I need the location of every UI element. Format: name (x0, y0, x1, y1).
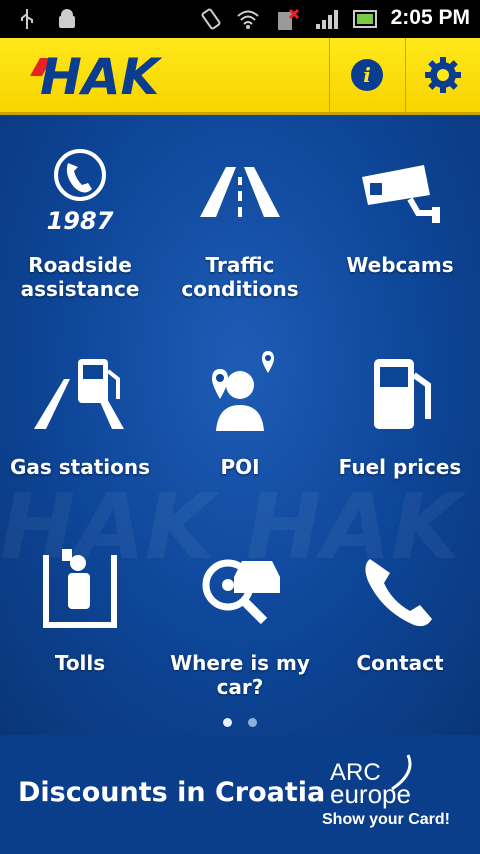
hak-logo: HAK (30, 52, 163, 98)
tile-label: Roadside assistance (20, 253, 140, 301)
page-dot-2[interactable] (247, 718, 257, 727)
battery-icon (353, 10, 377, 28)
signal-icon (316, 10, 338, 29)
gear-icon (425, 57, 461, 93)
discount-banner[interactable]: Discounts in Croatia ARC europe Show you… (0, 735, 480, 854)
discount-text: Discounts in Croatia (18, 777, 326, 808)
roadside-assistance-icon: 1987 (47, 149, 114, 235)
app-header: HAK i (0, 38, 480, 115)
page-indicator (0, 712, 480, 731)
tile-fuel-prices[interactable]: Fuel prices (320, 327, 480, 517)
main-menu-grid: HAK HAK HAK 1987 Roadside assistance Tra… (0, 115, 480, 735)
tile-where-is-my-car[interactable]: Where is my car? (160, 523, 320, 713)
tile-traffic-conditions[interactable]: Traffic conditions (160, 125, 320, 315)
info-button[interactable]: i (329, 38, 405, 112)
webcam-icon (362, 165, 440, 223)
tile-gas-stations[interactable]: Gas stations (0, 327, 160, 517)
logo-text: HAK (40, 52, 163, 98)
tile-webcams[interactable]: Webcams (320, 125, 480, 315)
svg-text:1987: 1987 (47, 207, 114, 235)
usb-icon (21, 9, 33, 29)
tile-label: POI (220, 455, 260, 479)
tile-label: Tolls (54, 651, 106, 675)
status-bar: 2:05 PM (0, 0, 480, 38)
tile-label: Gas stations (9, 455, 151, 479)
info-icon: i (351, 59, 383, 91)
rotate-icon (201, 8, 221, 30)
tile-label: Contact (356, 651, 444, 675)
tile-tolls[interactable]: Tolls (0, 523, 160, 713)
tile-label: Fuel prices (338, 455, 462, 479)
poi-person-icon (212, 351, 274, 431)
arc-europe-logo: ARC europe Show your Card! (322, 753, 472, 848)
fuel-pump-icon (374, 359, 431, 429)
phone-icon (365, 559, 432, 627)
find-car-icon (202, 559, 280, 625)
tile-contact[interactable]: Contact (320, 523, 480, 713)
tile-label: Traffic conditions (181, 253, 299, 301)
svg-text:i: i (363, 63, 371, 87)
europe-text: europe (330, 779, 411, 809)
gas-station-icon (34, 359, 124, 429)
tile-poi[interactable]: POI (160, 327, 320, 517)
sim-error-icon (278, 8, 300, 30)
wifi-icon (237, 10, 259, 29)
show-card-text: Show your Card! (322, 811, 451, 828)
page-dot-1[interactable] (223, 718, 233, 727)
clock: 2:05 PM (390, 6, 470, 29)
traffic-road-icon (200, 167, 280, 217)
android-debug-icon (59, 9, 75, 28)
tile-roadside-assistance[interactable]: 1987 Roadside assistance (0, 125, 160, 315)
tile-label: Webcams (346, 253, 454, 277)
settings-button[interactable] (405, 38, 480, 112)
tile-label: Where is my car? (170, 651, 310, 699)
toll-booth-icon (43, 549, 117, 628)
